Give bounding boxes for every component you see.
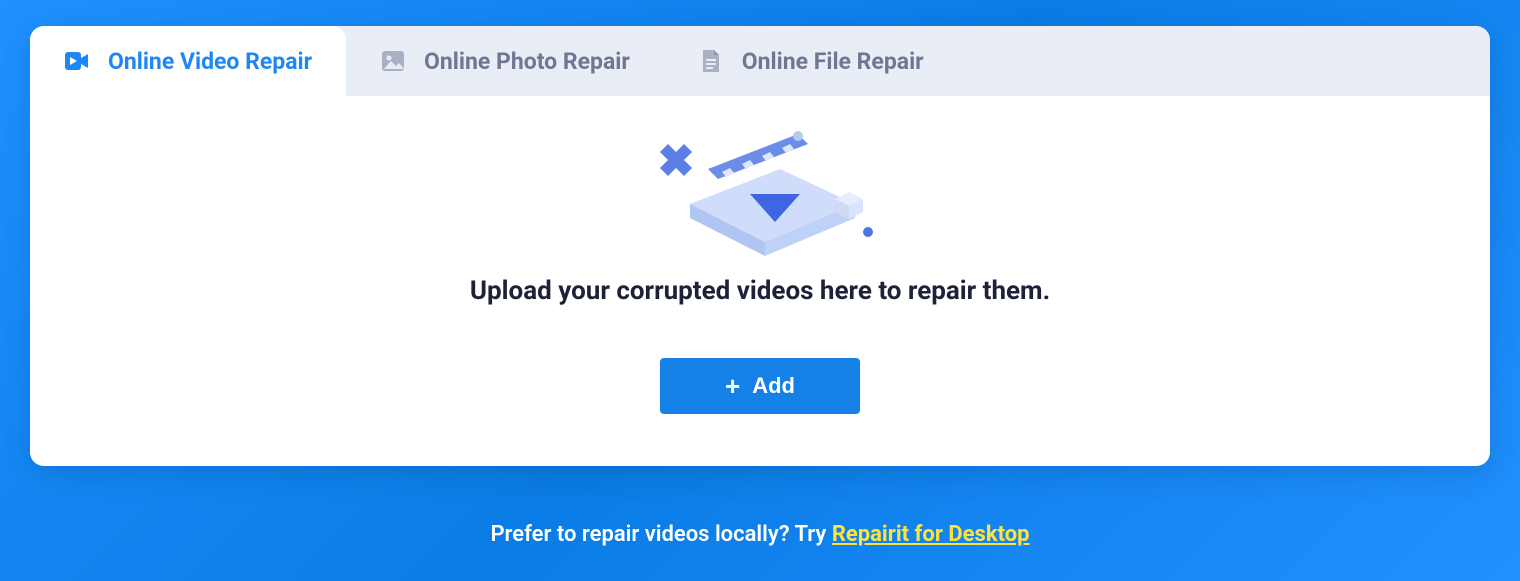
add-button-label: Add [752,373,795,399]
upload-area[interactable]: Upload your corrupted videos here to rep… [30,96,1490,466]
hero-illustration [630,114,890,264]
footer-prefix: Prefer to repair videos locally? Try [490,522,831,547]
plus-icon: + [725,373,740,399]
tab-file-repair[interactable]: Online File Repair [664,26,958,96]
video-icon [64,48,90,74]
file-icon [698,48,724,74]
tab-photo-repair[interactable]: Online Photo Repair [346,26,664,96]
tab-label: Online Photo Repair [424,48,630,75]
upload-message: Upload your corrupted videos here to rep… [470,276,1050,306]
footer-text: Prefer to repair videos locally? Try Rep… [490,522,1029,547]
tab-label: Online File Repair [742,48,924,75]
add-button[interactable]: + Add [660,358,860,414]
tab-bar: Online Video Repair Online Photo Repair [30,26,1490,96]
photo-icon [380,48,406,74]
desktop-link[interactable]: Repairit for Desktop [832,522,1030,547]
tab-label: Online Video Repair [108,48,312,75]
main-panel: Online Video Repair Online Photo Repair [30,26,1490,466]
tab-video-repair[interactable]: Online Video Repair [30,26,346,96]
